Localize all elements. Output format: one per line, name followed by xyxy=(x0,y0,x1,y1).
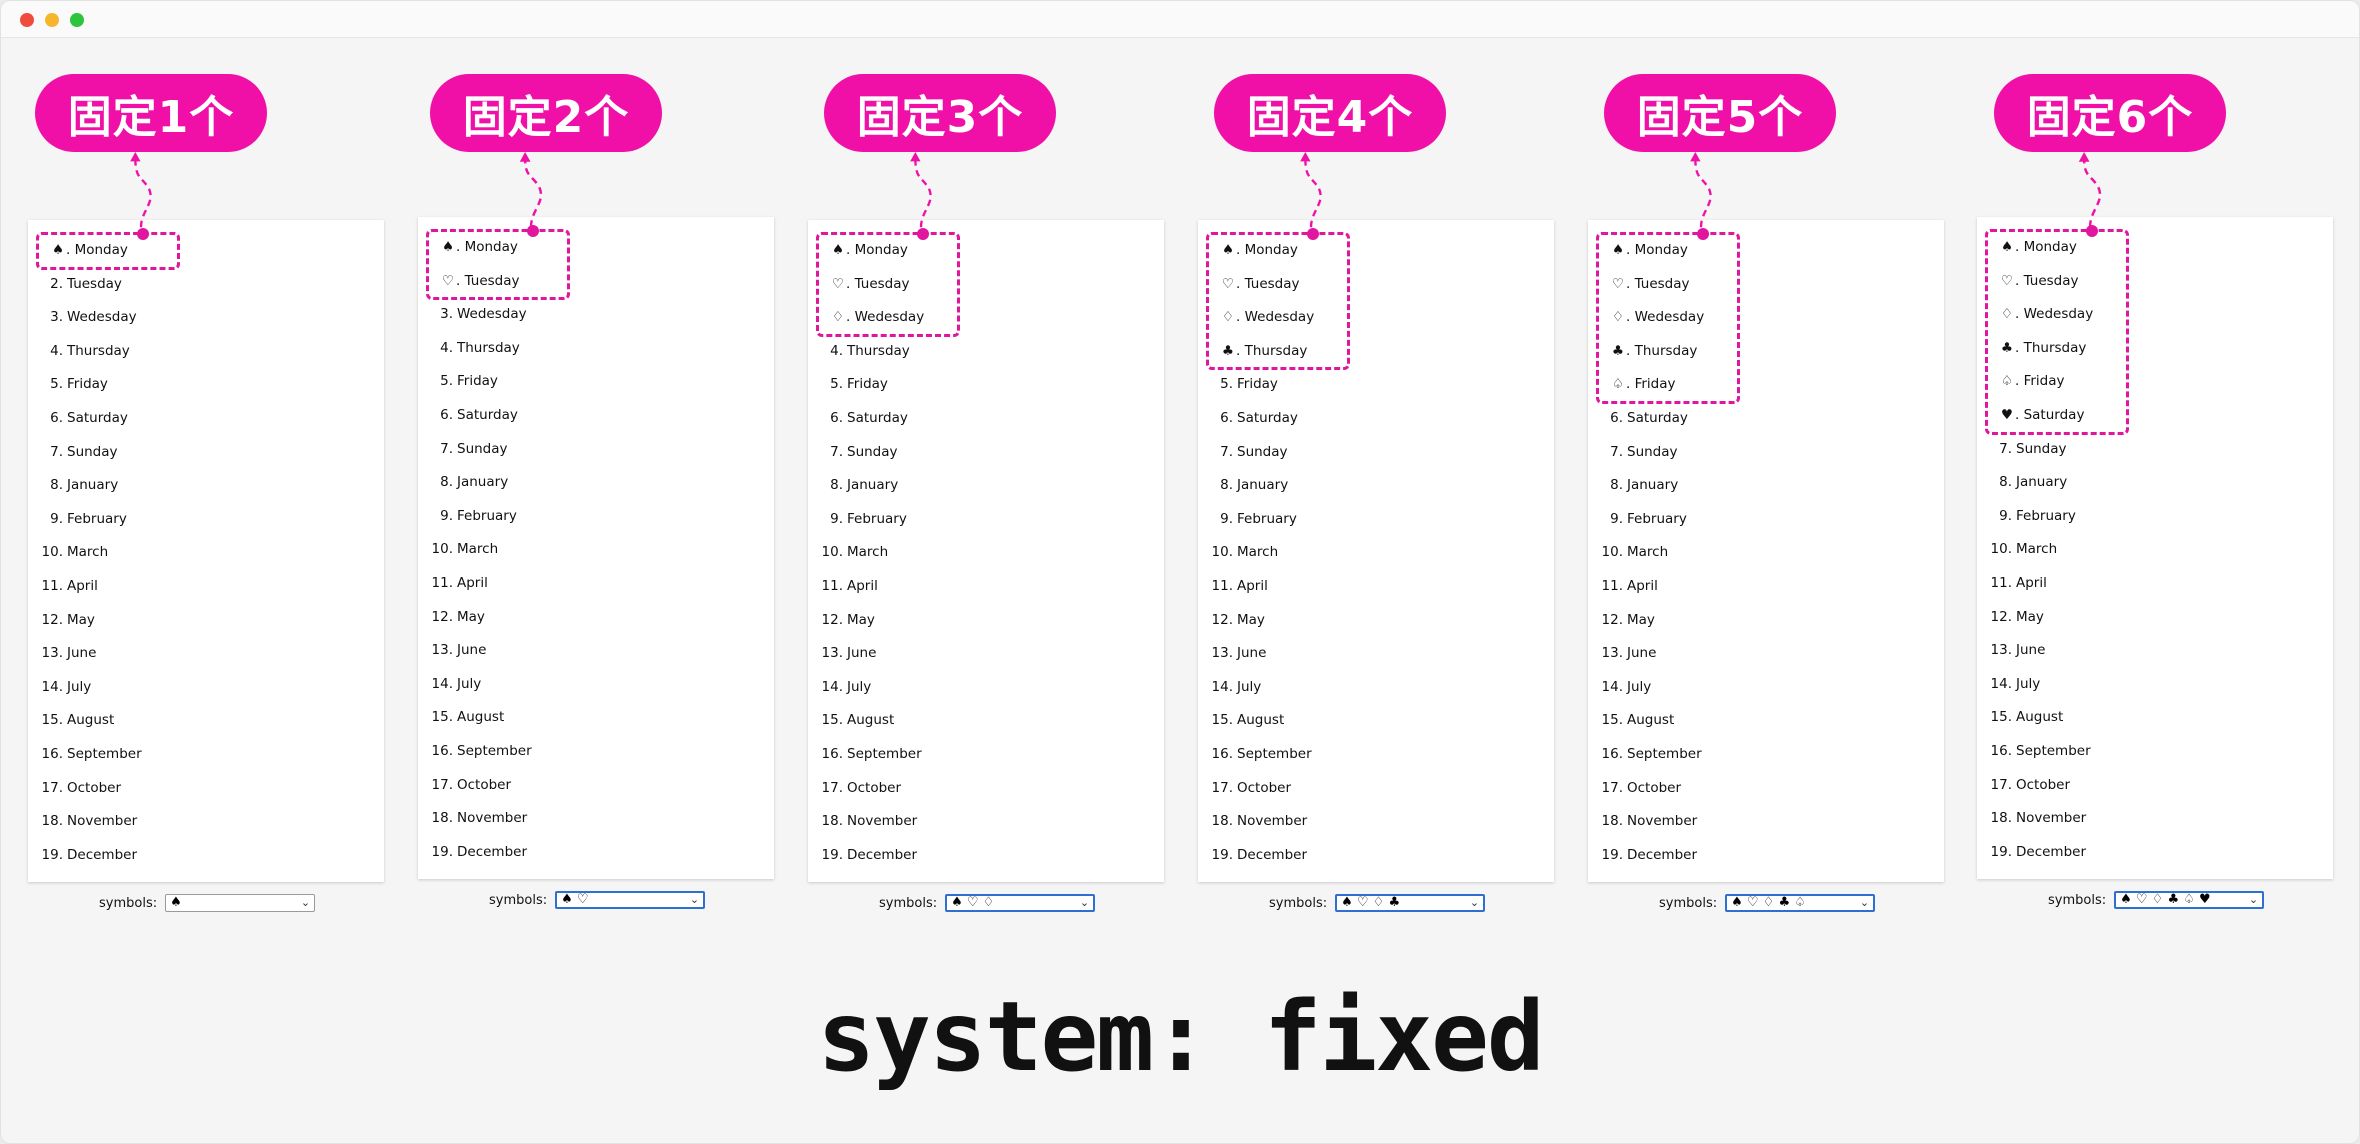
symbols-label: symbols: xyxy=(2048,892,2107,908)
list-item-label: June xyxy=(2016,642,2046,659)
list-item: 9. February xyxy=(1977,500,2076,534)
list-marker: 15. xyxy=(1990,709,2012,726)
list-item: 15. August xyxy=(1977,701,2064,735)
demo-column-6: 固定6个 ♠. Monday ♡. Tuesday ♢. Wedesday ♣. Thu… xyxy=(1,1,2359,941)
list-marker: 13. xyxy=(1990,642,2012,659)
list-marker: 12. xyxy=(1990,608,2012,625)
list-item-label: March xyxy=(2016,541,2058,558)
list-item-label: February xyxy=(2016,507,2076,524)
fixed-items-highlight xyxy=(1985,225,2129,435)
list-item-label: October xyxy=(2016,776,2071,793)
list-item-label: November xyxy=(2016,810,2087,827)
list-panel: ♠. Monday ♡. Tuesday ♢. Wedesday ♣. Thursda… xyxy=(1977,217,2333,879)
list-item: 12. May xyxy=(1977,601,2044,635)
connector-path xyxy=(2082,158,2102,228)
list-marker: 11. xyxy=(1990,575,2012,591)
list-item-label: May xyxy=(2016,608,2044,625)
list-item-label: August xyxy=(2016,709,2064,726)
footer-title: system: fixed xyxy=(817,981,1544,1093)
list-item: 18. November xyxy=(1977,802,2087,836)
app-window: 固定1个 ♠. Monday 2. Tuesday 3. Wedesday 4. Thursd… xyxy=(0,0,2360,1144)
badge-fixed-6: 固定6个 xyxy=(1994,74,2226,152)
list-marker: 16. xyxy=(1990,743,2012,759)
list-item-label: December xyxy=(2016,843,2087,860)
list-marker: 9. xyxy=(1999,507,2012,524)
list-item: 19. December xyxy=(1977,836,2087,870)
list-marker: 17. xyxy=(1990,776,2012,793)
list-item: 7. Sunday xyxy=(1977,433,2067,467)
list-item: 13. June xyxy=(1977,634,2046,668)
list-item: 10. March xyxy=(1977,533,2058,567)
list-item-label: Sunday xyxy=(2016,440,2067,457)
list-item: 11. April xyxy=(1977,567,2047,601)
connector-arrow xyxy=(2078,151,2102,228)
list-item: 8. January xyxy=(1977,466,2067,500)
list-marker: 8. xyxy=(1999,474,2012,491)
list-marker: 7. xyxy=(1999,440,2012,457)
symbols-control: symbols: ♠ ♡ ♢ ♣ ♤ ♥ ⌄ xyxy=(2048,889,2265,911)
list-item: 16. September xyxy=(1977,735,2091,769)
list-item-label: July xyxy=(2016,675,2041,692)
chevron-down-icon: ⌄ xyxy=(2248,893,2259,906)
list-marker: 18. xyxy=(1990,810,2012,827)
symbols-select[interactable]: ♠ ♡ ♢ ♣ ♤ ♥ ⌄ xyxy=(2114,891,2265,909)
list-item-label: April xyxy=(2016,575,2047,591)
list-item: 14. July xyxy=(1977,668,2041,702)
list-marker: 19. xyxy=(1990,843,2012,860)
list-marker: 10. xyxy=(1990,541,2012,558)
list-item: 17. October xyxy=(1977,769,2071,803)
arrowhead xyxy=(2078,151,2090,162)
list-marker: 14. xyxy=(1990,675,2012,692)
list-item-label: January xyxy=(2016,474,2068,491)
symbols-select-value: ♠ ♡ ♢ ♣ ♤ ♥ xyxy=(2120,892,2211,907)
list-item-label: September xyxy=(2016,743,2091,759)
